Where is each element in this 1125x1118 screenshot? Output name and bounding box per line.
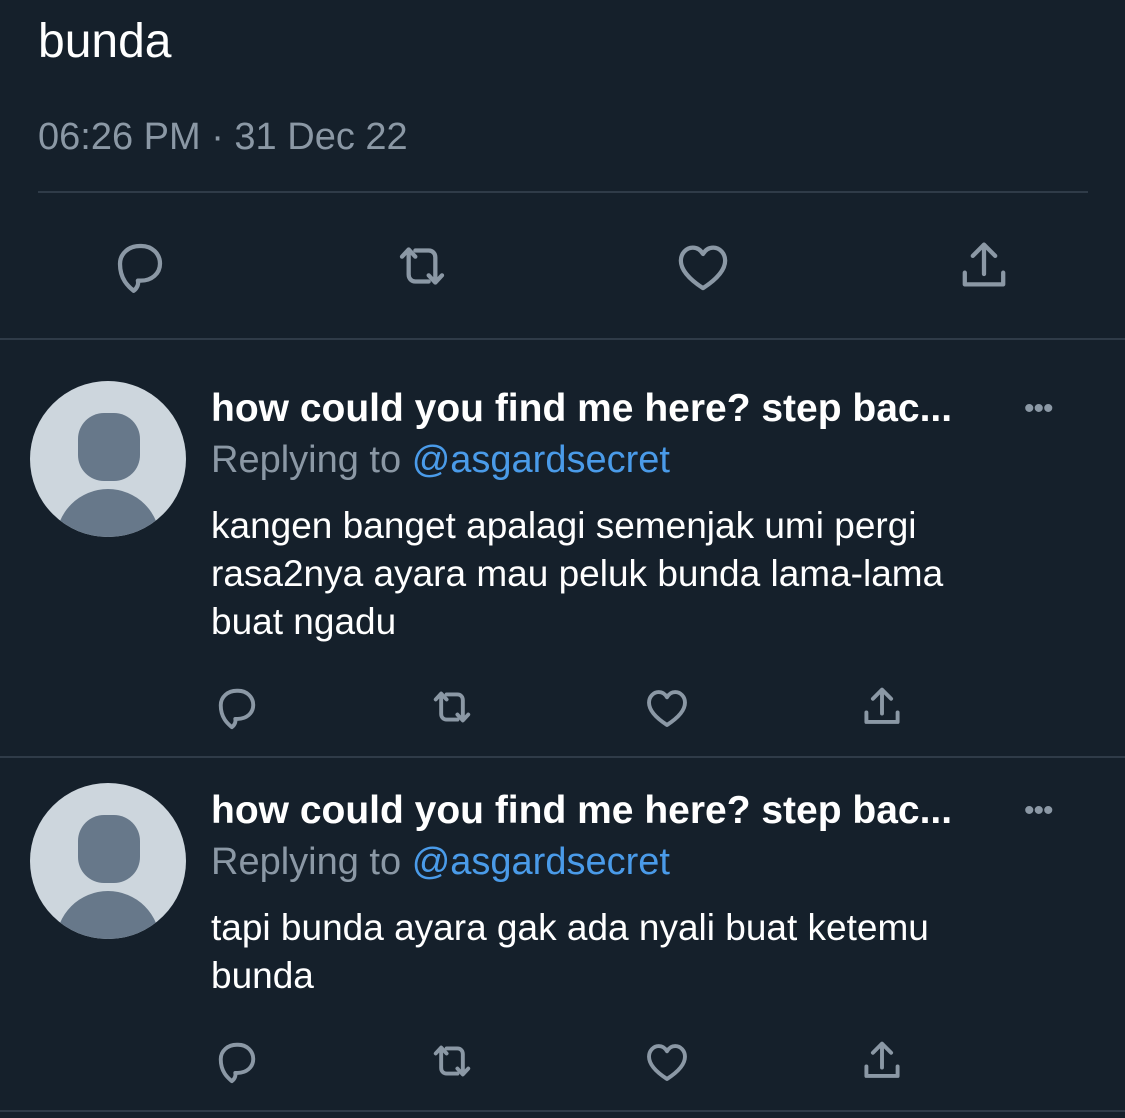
like-button[interactable]	[641, 681, 693, 733]
share-button[interactable]	[952, 234, 1016, 298]
replying-label: Replying to	[211, 841, 402, 883]
like-icon	[647, 690, 687, 727]
like-icon	[678, 245, 728, 291]
replying-to: Replying to @asgardsecret	[211, 437, 670, 483]
share-icon	[962, 242, 1006, 287]
avatar[interactable]	[30, 783, 186, 939]
retweet-button[interactable]	[390, 234, 454, 298]
replying-to: Replying to @asgardsecret	[211, 839, 670, 885]
avatar-body-shape	[56, 489, 160, 537]
main-tweet: bunda 06:26 PM · 31 Dec 22	[0, 0, 1125, 338]
retweet-button[interactable]	[426, 1035, 478, 1087]
reply-tweet[interactable]: how could you find me here? step bac... …	[0, 758, 1125, 1110]
reply-button[interactable]	[108, 234, 172, 298]
ellipsis-icon: •••	[1024, 392, 1053, 425]
like-icon	[647, 1044, 687, 1081]
more-options-button[interactable]: •••	[1024, 796, 1053, 826]
reply-text: kangen banget apalagi semenjak umi pergi…	[211, 505, 944, 642]
like-button[interactable]	[641, 1035, 693, 1087]
avatar-head-shape	[78, 815, 140, 883]
like-button[interactable]	[671, 234, 735, 298]
share-button[interactable]	[856, 681, 908, 733]
reply-text: tapi bunda ayara gak ada nyali buat kete…	[211, 907, 929, 996]
share-icon	[864, 1041, 900, 1078]
divider	[38, 191, 1088, 193]
retweet-icon	[433, 1045, 471, 1077]
replying-handle-link[interactable]: @asgardsecret	[412, 841, 670, 883]
avatar-body-shape	[56, 891, 160, 939]
retweet-button[interactable]	[426, 681, 478, 733]
display-name[interactable]: how could you find me here? step bac...	[211, 788, 952, 834]
ellipsis-icon: •••	[1024, 794, 1053, 827]
share-icon	[864, 687, 900, 724]
tweet-timestamp: 06:26 PM · 31 Dec 22	[38, 116, 408, 158]
reply-icon	[218, 688, 256, 730]
divider	[0, 1110, 1125, 1112]
reply-icon	[218, 1042, 256, 1084]
more-options-button[interactable]: •••	[1024, 394, 1053, 424]
reply-icon	[117, 243, 163, 293]
retweet-icon	[433, 691, 471, 723]
avatar[interactable]	[30, 381, 186, 537]
display-name[interactable]: how could you find me here? step bac...	[211, 386, 952, 432]
reply-button[interactable]	[211, 1035, 263, 1087]
reply-tweet[interactable]: how could you find me here? step bac... …	[0, 340, 1125, 754]
avatar-head-shape	[78, 413, 140, 481]
retweet-icon	[399, 247, 445, 285]
replying-label: Replying to	[211, 439, 402, 481]
replying-handle-link[interactable]: @asgardsecret	[412, 439, 670, 481]
reply-button[interactable]	[211, 681, 263, 733]
share-button[interactable]	[856, 1035, 908, 1087]
main-tweet-text: bunda	[38, 15, 172, 68]
